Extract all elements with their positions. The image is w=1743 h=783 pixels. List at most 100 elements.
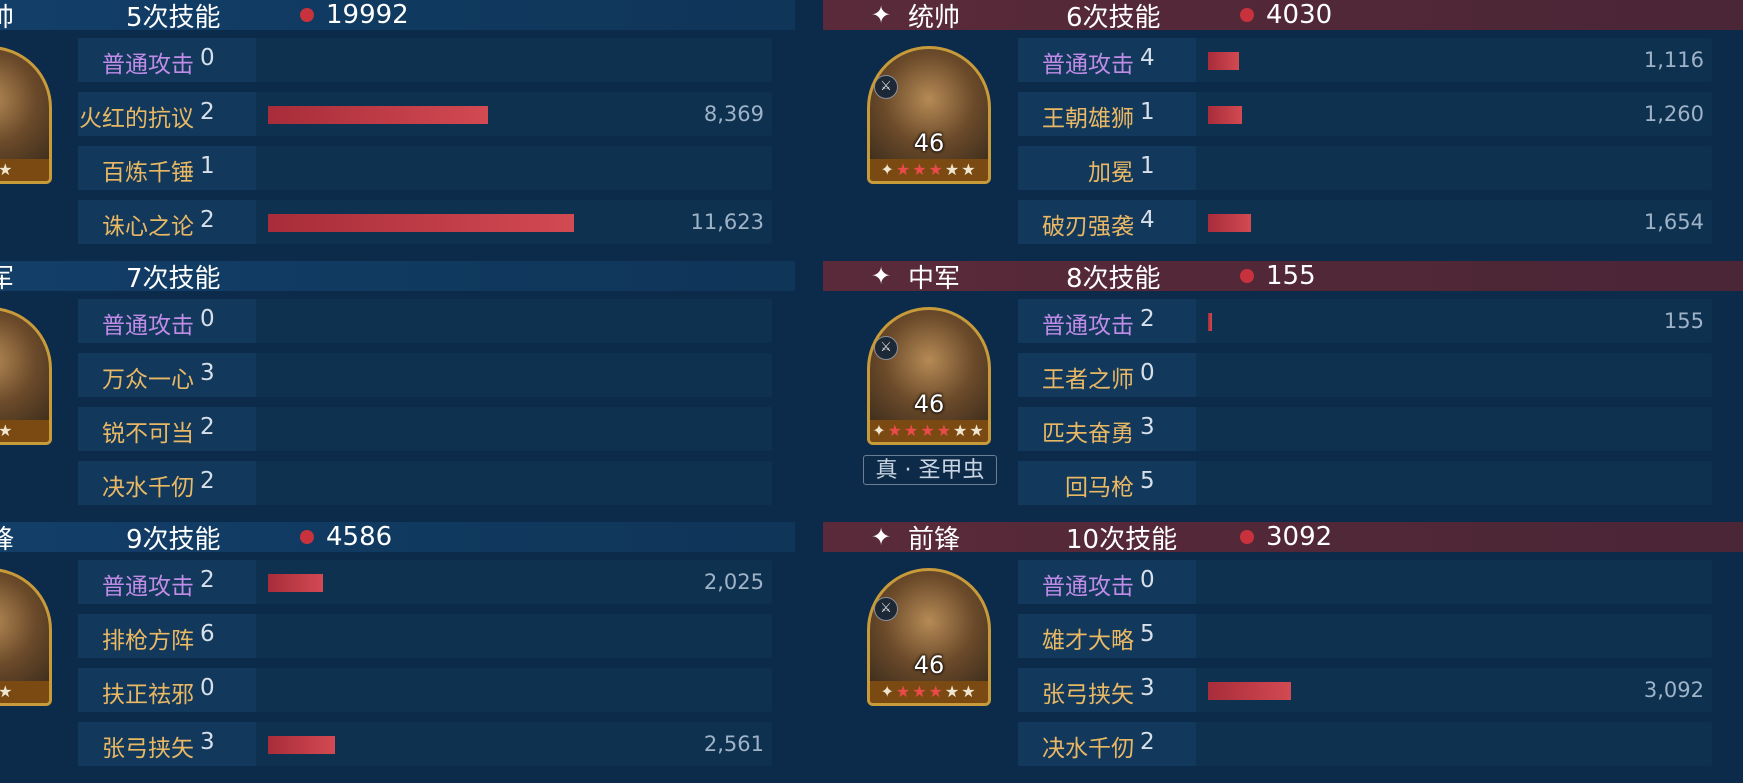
- skill-row: 张弓挟矢 3 2,561: [78, 722, 772, 766]
- skill-trigger-count: 1: [1140, 99, 1155, 125]
- star-icon: ★: [936, 421, 954, 440]
- skill-damage-value: 3,092: [1643, 678, 1704, 702]
- general-portrait[interactable]: ⚔ 46 ✦★★★★★: [867, 46, 991, 184]
- damage-bar: [1208, 52, 1239, 70]
- role-label: 帅: [0, 2, 15, 33]
- skill-label-cell: 匹夫奋勇 3: [1018, 407, 1196, 451]
- skill-damage-value: 1,116: [1643, 48, 1704, 72]
- general-title-tag: 真 · 圣甲虫: [863, 455, 997, 485]
- star-rating: ★★★: [0, 159, 49, 181]
- skill-trigger-count: 3: [200, 729, 215, 755]
- skill-row: 普通攻击 0: [78, 38, 772, 82]
- total-damage: 3092: [1266, 522, 1333, 552]
- skill-trigger-count: 2: [1140, 306, 1155, 332]
- skill-trigger-count: 5: [1140, 468, 1155, 494]
- skill-trigger-count: 2: [200, 567, 215, 593]
- star-icon: ★: [944, 160, 962, 179]
- skill-row: 扶正祛邪 0: [78, 668, 772, 712]
- unit-type-icon: ⚔: [874, 336, 898, 360]
- skill-name: 普通攻击: [102, 313, 194, 339]
- skill-damage-value: 1,654: [1643, 210, 1704, 234]
- left-team-panel: 帅 5次技能 19992 ★★★ 普通攻击0 火红的抗议28,369 百炼千锤1…: [0, 0, 795, 782]
- damage-bar: [268, 106, 488, 124]
- skill-name: 普通攻击: [102, 52, 194, 78]
- damage-bar: [1208, 313, 1212, 331]
- damage-bar: [1208, 682, 1291, 700]
- group-header: ✦ 中军 8次技能 155: [823, 261, 1743, 294]
- skill-damage-value: 2,561: [703, 732, 764, 756]
- rank-badge-icon: ✦: [880, 682, 896, 701]
- skill-row: 破刃强袭 4 1,654: [1018, 200, 1712, 244]
- role-label: 前锋: [908, 524, 961, 555]
- skill-trigger-count: 0: [1140, 567, 1155, 593]
- skill-trigger-count: 3: [1140, 414, 1155, 440]
- star-icon: ★: [961, 160, 978, 179]
- skill-name: 张弓挟矢: [1042, 682, 1134, 708]
- skill-trigger-count: 2: [1140, 729, 1155, 755]
- skill-row: 普通攻击 4 1,116: [1018, 38, 1712, 82]
- skill-count-label: 10次技能: [1066, 524, 1178, 555]
- total-damage: 19992: [326, 0, 409, 30]
- skill-trigger-count: 2: [200, 414, 215, 440]
- damage-bar: [268, 574, 323, 592]
- star-icon: ★: [895, 682, 913, 701]
- general-portrait[interactable]: ★★★: [0, 568, 52, 706]
- skill-trigger-count: 0: [200, 45, 215, 71]
- general-level: 46: [913, 129, 945, 157]
- skill-name: 诛心之论: [102, 214, 194, 240]
- skill-label-cell: 普通攻击 2: [78, 560, 256, 604]
- skill-row: 普通攻击 0: [1018, 560, 1712, 604]
- skill-label-cell: 王者之师 0: [1018, 353, 1196, 397]
- skill-name: 决水千仞: [102, 475, 194, 501]
- total-damage: 155: [1266, 261, 1316, 291]
- skill-label-cell: 万众一心 3: [78, 353, 256, 397]
- skill-trigger-count: 5: [1140, 621, 1155, 647]
- skill-damage-value: 11,623: [690, 210, 764, 234]
- skill-name: 排枪方阵: [102, 628, 194, 654]
- skill-name: 王者之师: [1042, 367, 1134, 393]
- star-icon: ✦: [871, 523, 892, 551]
- skill-name: 普通攻击: [1042, 574, 1134, 600]
- skill-damage-value: 8,369: [703, 102, 764, 126]
- skill-label-cell: 普通攻击 2: [1018, 299, 1196, 343]
- general-portrait[interactable]: ⚔ 46 ✦★★★★★★: [867, 307, 991, 445]
- skill-trigger-count: 1: [1140, 153, 1155, 179]
- general-portrait[interactable]: ★★★: [0, 46, 52, 184]
- star-icon: ★: [928, 682, 945, 701]
- skill-name: 决水千仞: [1042, 736, 1134, 762]
- damage-dot-icon: [1240, 269, 1254, 283]
- skill-row: 雄才大略 5: [1018, 614, 1712, 658]
- star-icon: ★: [0, 682, 15, 701]
- skill-row: 普通攻击 0: [78, 299, 772, 343]
- general-portrait[interactable]: ⚔ 46 ✦★★★★★: [867, 568, 991, 706]
- skill-trigger-count: 6: [200, 621, 215, 647]
- skill-name: 雄才大略: [1042, 628, 1134, 654]
- skill-row: 决水千仞 2: [78, 461, 772, 505]
- skill-label-cell: 锐不可当 2: [78, 407, 256, 451]
- skill-count-label: 5次技能: [126, 2, 221, 33]
- skill-damage-value: 1,260: [1643, 102, 1704, 126]
- star-icon: ✦: [871, 262, 892, 290]
- star-rating: ★★★: [0, 681, 49, 703]
- skill-row: 排枪方阵 6: [78, 614, 772, 658]
- skill-label-cell: 诛心之论 2: [78, 200, 256, 244]
- star-icon: ★: [904, 421, 921, 440]
- skill-count-label: 8次技能: [1066, 263, 1161, 294]
- star-icon: ★: [920, 421, 937, 440]
- star-icon: ★: [969, 421, 986, 440]
- damage-dot-icon: [300, 530, 314, 544]
- skill-name: 普通攻击: [1042, 313, 1134, 339]
- skill-label-cell: 普通攻击 0: [1018, 560, 1196, 604]
- star-rating: ✦★★★★★: [870, 159, 988, 181]
- left-general-group-0: 帅 5次技能 19992 ★★★ 普通攻击0 火红的抗议28,369 百炼千锤1…: [0, 0, 795, 261]
- rank-badge-icon: ✦: [872, 421, 888, 440]
- general-portrait[interactable]: ★★★: [0, 307, 52, 445]
- group-header: 帅 5次技能 19992: [0, 0, 795, 33]
- skill-trigger-count: 0: [200, 306, 215, 332]
- skill-row: 决水千仞 2: [1018, 722, 1712, 766]
- skill-label-cell: 加冕 1: [1018, 146, 1196, 190]
- skill-label-cell: 百炼千锤 1: [78, 146, 256, 190]
- unit-type-icon: ⚔: [874, 597, 898, 621]
- role-label: 统帅: [908, 2, 961, 33]
- skill-row: 诛心之论 2 11,623: [78, 200, 772, 244]
